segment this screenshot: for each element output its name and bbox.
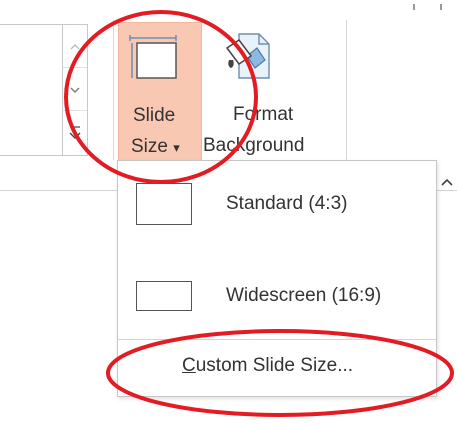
format-background-label-line2: Background <box>203 135 305 156</box>
group-separator <box>346 20 347 160</box>
slide-size-label-text: Size <box>131 136 168 157</box>
chevron-up-icon <box>70 44 80 50</box>
widescreen-thumbnail-icon <box>136 281 192 311</box>
menu-item-custom-slide-size[interactable]: Custom Slide Size... <box>118 341 436 393</box>
custom-label-text: ustom Slide Size... <box>195 355 354 376</box>
menu-separator <box>118 339 436 340</box>
slide-size-label-line2: Size ▾ <box>131 136 180 158</box>
ribbon-edge-marks <box>413 4 442 10</box>
group-separator <box>113 20 114 160</box>
more-icon <box>69 126 81 139</box>
slide-size-icon <box>129 35 177 79</box>
chevron-down-icon <box>70 87 80 93</box>
custom-accelerator-key: C <box>182 355 196 376</box>
dropdown-arrow-icon: ▾ <box>173 140 180 155</box>
format-background-label-line1: Format <box>233 104 294 125</box>
menu-item-widescreen-label: Widescreen (16:9) <box>226 285 382 306</box>
format-background-button[interactable]: Format Background <box>203 22 343 162</box>
slide-size-label-line1: Slide <box>133 105 176 126</box>
chevron-up-icon[interactable] <box>440 176 454 188</box>
slide-size-button[interactable]: Slide Size ▾ <box>118 22 202 162</box>
powerpoint-window: Slide Size ▾ Format Background Standard … <box>0 0 457 425</box>
slide-size-dropdown-menu: Standard (4:3) Widescreen (16:9) Custom … <box>117 160 437 397</box>
menu-item-widescreen[interactable]: Widescreen (16:9) <box>118 253 436 335</box>
menu-item-standard[interactable]: Standard (4:3) <box>118 169 436 251</box>
menu-item-standard-label: Standard (4:3) <box>226 193 348 214</box>
custom-slide-size-label: Custom Slide Size... <box>182 355 353 377</box>
gallery-more-button[interactable] <box>63 111 87 154</box>
standard-thumbnail-icon <box>136 183 192 225</box>
gallery-scroll-up-button[interactable] <box>63 25 87 68</box>
format-background-icon <box>225 33 270 79</box>
gallery-scroll-down-button[interactable] <box>63 68 87 111</box>
gallery-scrollbar[interactable] <box>62 24 88 156</box>
